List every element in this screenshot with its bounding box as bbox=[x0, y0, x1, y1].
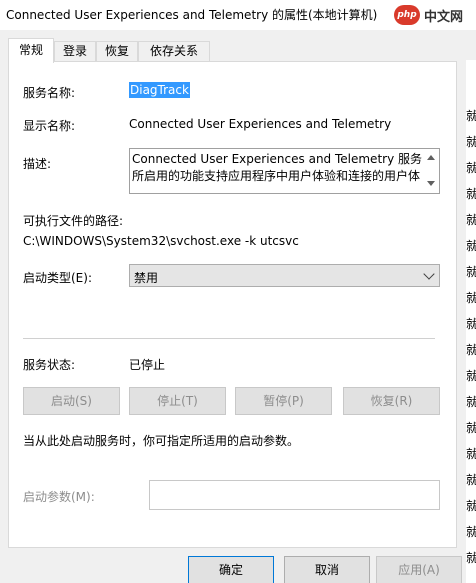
background-glyph: 就 bbox=[466, 187, 476, 201]
background-glyph: 就 bbox=[466, 317, 476, 331]
cancel-button[interactable]: 取消 bbox=[284, 556, 370, 583]
background-glyph: 就 bbox=[466, 161, 476, 175]
background-glyph: 就 bbox=[466, 499, 476, 513]
background-glyph: 就 bbox=[466, 239, 476, 253]
divider bbox=[23, 338, 435, 339]
background-glyph: 就 bbox=[466, 473, 476, 487]
title-bar: Connected User Experiences and Telemetry… bbox=[0, 0, 476, 30]
tab-dependencies[interactable]: 依存关系 bbox=[138, 41, 210, 62]
service-name-value[interactable]: DiagTrack bbox=[129, 82, 190, 98]
service-name-label: 服务名称: bbox=[23, 86, 76, 100]
startup-type-label: 启动类型(E): bbox=[23, 271, 92, 285]
tab-recovery[interactable]: 恢复 bbox=[96, 41, 138, 62]
background-glyph: 就 bbox=[466, 109, 476, 123]
background-glyph: 就 bbox=[466, 213, 476, 227]
display-name-value[interactable]: Connected User Experiences and Telemetry bbox=[129, 117, 391, 131]
exe-path-value[interactable]: C:\WINDOWS\System32\svchost.exe -k utcsv… bbox=[23, 234, 299, 248]
background-glyph: 就 bbox=[466, 395, 476, 409]
resume-button[interactable]: 恢复(R) bbox=[343, 387, 440, 415]
background-glyph: 就 bbox=[466, 265, 476, 279]
pause-button[interactable]: 暂停(P) bbox=[235, 387, 332, 415]
background-glyph: 就 bbox=[466, 291, 476, 305]
scroll-up-icon[interactable] bbox=[427, 155, 435, 160]
dialog-button-bar: 确定 取消 应用(A) bbox=[0, 548, 476, 583]
watermark-text: 中文网 bbox=[424, 10, 464, 25]
stop-button[interactable]: 停止(T) bbox=[129, 387, 226, 415]
description-textarea[interactable]: Connected User Experiences and Telemetry… bbox=[129, 148, 440, 194]
description-scrollbar[interactable] bbox=[424, 149, 439, 193]
background-glyph: 就 bbox=[466, 525, 476, 539]
chevron-down-icon bbox=[423, 268, 435, 280]
watermark-logo: php 中文网 bbox=[394, 4, 474, 26]
startup-type-select[interactable]: 禁用 bbox=[129, 264, 440, 287]
display-name-label: 显示名称: bbox=[23, 119, 76, 133]
service-status-label: 服务状态: bbox=[23, 358, 76, 372]
start-params-hint: 当从此处启动服务时，你可指定所适用的启动参数。 bbox=[23, 434, 300, 448]
ok-button[interactable]: 确定 bbox=[188, 556, 274, 583]
background-window-strip: 就 就 就 就 就 就 就 就 就 就 就 就 就 就 就 就 就 就 bbox=[466, 60, 476, 583]
window-title: Connected User Experiences and Telemetry… bbox=[6, 8, 378, 22]
apply-button[interactable]: 应用(A) bbox=[376, 556, 462, 583]
background-glyph: 就 bbox=[466, 447, 476, 461]
background-glyph: 就 bbox=[466, 369, 476, 383]
start-button[interactable]: 启动(S) bbox=[23, 387, 120, 415]
exe-path-label: 可执行文件的路径: bbox=[23, 214, 124, 228]
description-label: 描述: bbox=[23, 157, 52, 171]
tab-logon[interactable]: 登录 bbox=[54, 41, 96, 62]
start-params-label: 启动参数(M): bbox=[23, 490, 95, 504]
tab-general[interactable]: 常规 bbox=[8, 38, 54, 63]
description-text: Connected User Experiences and Telemetry… bbox=[132, 152, 422, 183]
scroll-down-icon[interactable] bbox=[427, 181, 435, 186]
service-status-value: 已停止 bbox=[129, 358, 166, 372]
start-params-input[interactable] bbox=[149, 480, 440, 510]
background-glyph: 就 bbox=[466, 421, 476, 435]
background-glyph: 就 bbox=[466, 343, 476, 357]
general-tab-panel: 服务名称: DiagTrack 显示名称: Connected User Exp… bbox=[8, 61, 457, 548]
background-glyph: 就 bbox=[466, 135, 476, 149]
watermark-badge: php bbox=[394, 5, 420, 25]
startup-type-value: 禁用 bbox=[134, 271, 159, 285]
